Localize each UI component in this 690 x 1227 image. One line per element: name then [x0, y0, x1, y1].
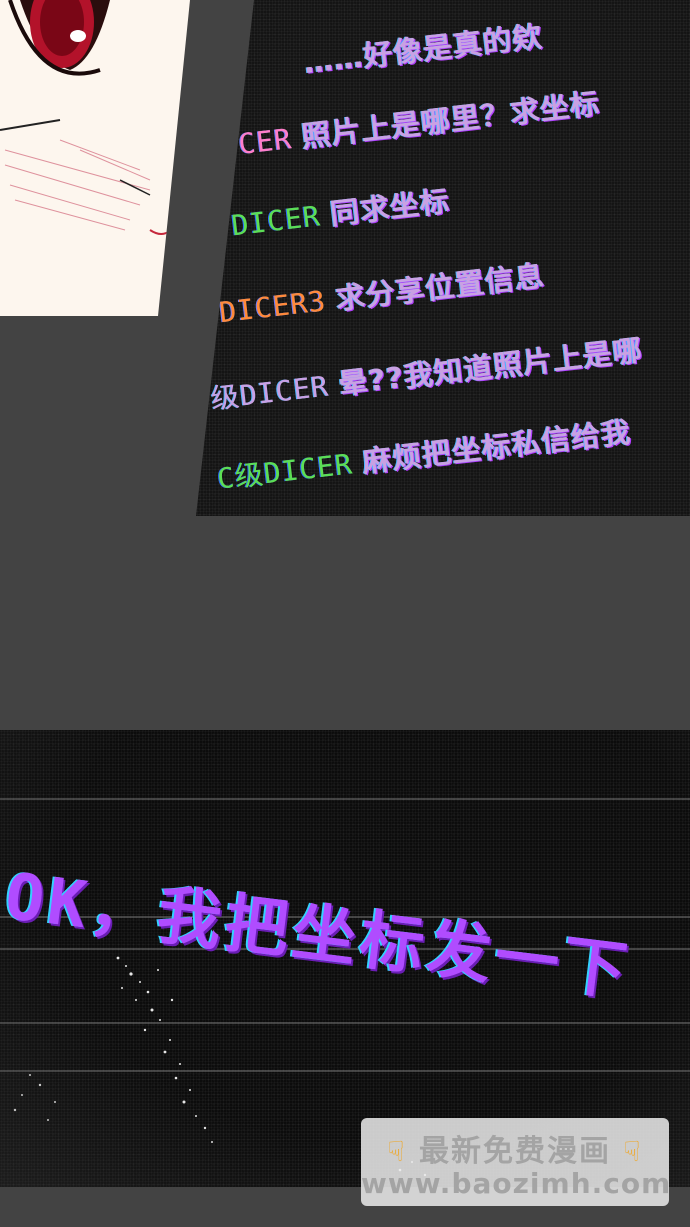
chat-line: ……好像是真的欸 — [291, 13, 544, 83]
pointing-down-hand-icon: ☟ — [387, 1135, 407, 1168]
watermark-url: www.baozimh.com — [361, 1167, 672, 1200]
chat-message-list: ……好像是真的欸 CER 照片上是哪里？求坐标 DICER 同求坐标 DICER3 求… — [196, 0, 690, 516]
chat-message: 晕??我知道照片上是哪 — [336, 332, 645, 402]
chat-message: 求分享位置信息 — [333, 258, 547, 316]
watermark-title: 最新免费漫画 — [419, 1134, 611, 1169]
chat-message: 照片上是哪里？求坐标 — [299, 86, 602, 154]
comic-page: ……好像是真的欸 CER 照片上是哪里？求坐标 DICER 同求坐标 DICER3 求… — [0, 0, 690, 1227]
chat-line: C级DICER 麻烦把坐标私信给我 — [215, 409, 633, 498]
chat-username: 级DICER — [209, 369, 331, 416]
pointing-down-hand-icon: ☟ — [623, 1135, 643, 1168]
chat-message: 麻烦把坐标私信给我 — [360, 414, 633, 480]
character-eye-illustration — [0, 0, 176, 235]
chat-line: CER 照片上是哪里？求坐标 — [236, 80, 602, 163]
watermark-title-row: ☟ 最新免费漫画 ☟ — [361, 1126, 669, 1170]
site-watermark: ☟ 最新免费漫画 ☟ www.baozimh.com — [361, 1118, 672, 1206]
chat-username — [292, 48, 296, 81]
character-art-panel — [0, 0, 190, 316]
chat-username: DICER3 — [217, 284, 328, 330]
chat-username: DICER — [229, 199, 323, 243]
chat-username: C级DICER — [215, 447, 355, 496]
chat-line: DICER3 求分享位置信息 — [217, 252, 547, 331]
chat-username: CER — [236, 122, 294, 161]
chat-screen-panel: ……好像是真的欸 CER 照片上是哪里？求坐标 DICER 同求坐标 DICER3 求… — [196, 0, 690, 516]
chat-message: ……好像是真的欸 — [301, 19, 545, 81]
chat-line: DICER 同求坐标 — [229, 178, 452, 245]
chat-message: 同求坐标 — [328, 183, 452, 232]
chat-line: 级DICER 晕??我知道照片上是哪 — [209, 327, 645, 418]
